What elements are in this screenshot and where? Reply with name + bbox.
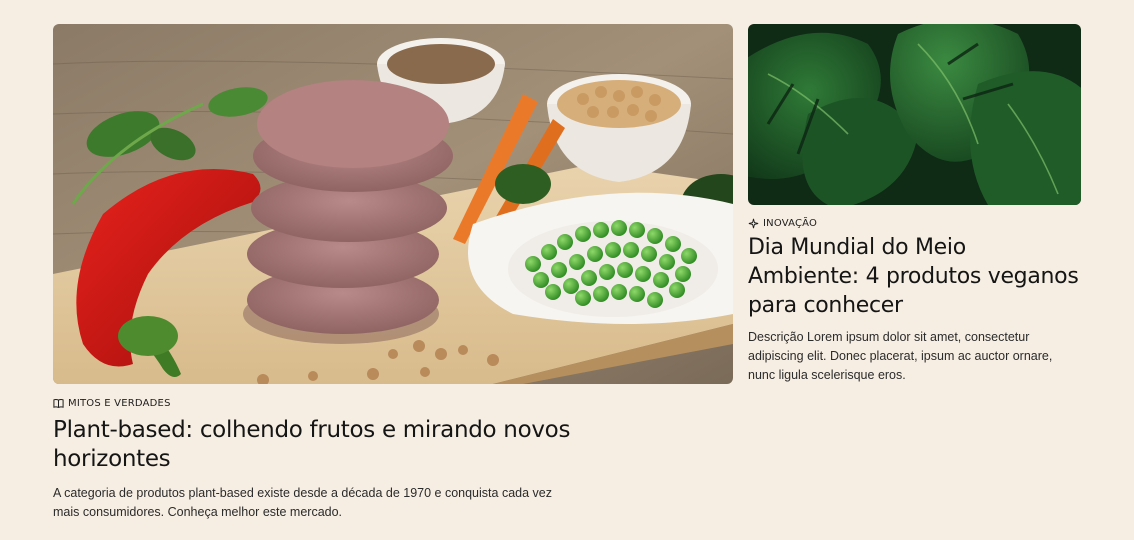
book-icon <box>53 399 64 408</box>
article-tag-inovacao[interactable]: INOVAÇÃO <box>748 218 1081 229</box>
article-image-plant-based[interactable] <box>53 24 733 384</box>
articles-section: MITOS E VERDADES Plant-based: colhendo f… <box>0 0 1134 540</box>
article-card-plant-based[interactable]: MITOS E VERDADES Plant-based: colhendo f… <box>53 24 733 522</box>
article-title-plant-based[interactable]: Plant-based: colhendo frutos e mirando n… <box>53 416 613 474</box>
article-image-meio-ambiente[interactable] <box>748 24 1081 205</box>
article-tag-label: MITOS E VERDADES <box>68 398 171 409</box>
article-tag-label: INOVAÇÃO <box>763 218 818 229</box>
article-card-meio-ambiente[interactable]: INOVAÇÃO Dia Mundial do Meio Ambiente: 4… <box>748 24 1081 385</box>
article-description-meio-ambiente: Descrição Lorem ipsum dolor sit amet, co… <box>748 330 1053 382</box>
article-title-meio-ambiente[interactable]: Dia Mundial do Meio Ambiente: 4 produtos… <box>748 233 1081 320</box>
article-description-plant-based: A categoria de produtos plant-based exis… <box>53 486 552 519</box>
sparkle-icon <box>748 218 759 229</box>
article-tag-mitos-e-verdades[interactable]: MITOS E VERDADES <box>53 398 733 409</box>
